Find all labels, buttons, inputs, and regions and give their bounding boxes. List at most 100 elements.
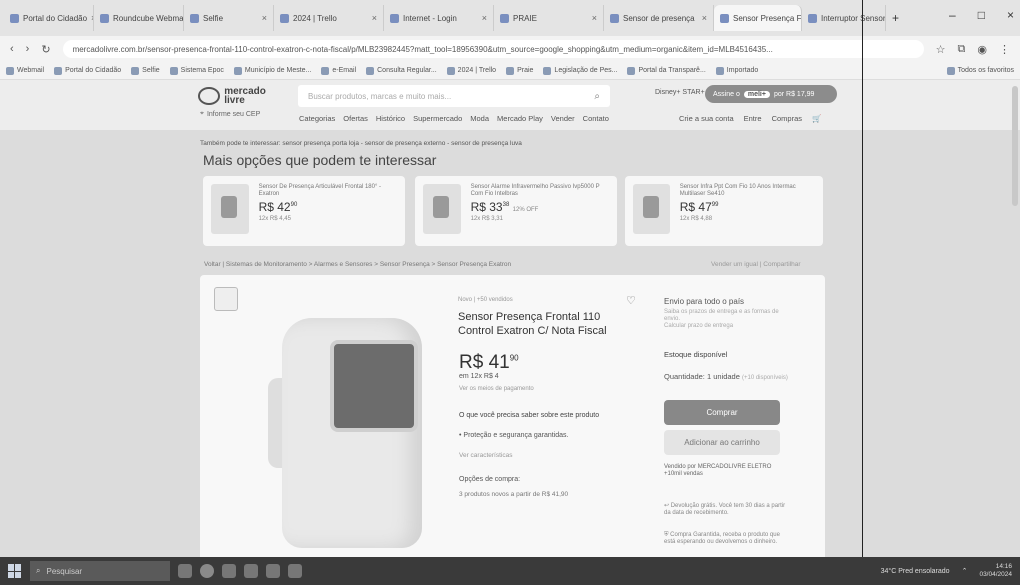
browser-tab-bar: Portal do Cidadão× Roundcube Webmail× Se… [0,0,1020,36]
cart-icon[interactable]: 🛒 [812,114,821,123]
nav-ofertas[interactable]: Ofertas [343,114,368,123]
browser-tab[interactable]: Portal do Cidadão× [4,5,94,31]
bookmark-item[interactable]: Consulta Regular... [366,66,437,75]
favicon-icon [808,13,817,23]
bookmark-item[interactable]: Portal da Transparê... [627,66,706,75]
favorite-heart-icon[interactable]: ♡ [626,294,636,307]
bookmark-item[interactable]: Praie [506,66,533,75]
browser-tab[interactable]: 2024 | Trello × [274,5,384,31]
extensions-icon[interactable]: ⧉ [958,43,966,56]
buy-button[interactable]: Comprar [664,400,780,425]
browser-tab[interactable]: Roundcube Webmail× [94,5,184,31]
login-link[interactable]: Entre [744,114,762,123]
browser-tab[interactable]: Sensor de presença × [604,5,714,31]
browser-tab[interactable]: Selfie × [184,5,274,31]
cep-selector[interactable]: ⌖ Informe seu CEP [200,110,260,118]
close-window-icon[interactable]: × [1007,8,1014,22]
maximize-icon[interactable]: □ [978,8,985,22]
create-account-link[interactable]: Crie a sua conta [679,114,734,123]
gallery-thumbnail[interactable] [214,287,238,311]
bookmark-item[interactable]: Webmail [6,66,44,75]
forward-icon[interactable]: › [26,43,30,55]
account-nav: Crie a sua conta Entre Compras 🛒 [679,114,821,123]
back-icon[interactable]: ‹ [10,43,14,55]
task-view-icon[interactable] [178,564,192,578]
nav-moda[interactable]: Moda [470,114,489,123]
stock-status: Estoque disponível [664,350,728,359]
star-icon[interactable]: ☆ [936,43,946,56]
nav-vender[interactable]: Vender [551,114,575,123]
close-icon[interactable]: × [482,13,487,23]
search-icon[interactable]: ⌕ [594,91,600,102]
page-scrollbar[interactable] [1012,86,1018,206]
bookmarks-bar: Webmail Portal do Cidadão Selfie Sistema… [0,62,1020,80]
close-icon[interactable]: × [702,13,707,23]
browser-tab[interactable]: Interruptor Sensor× [802,5,886,31]
handshake-logo-icon [198,87,221,105]
bookmark-item[interactable]: Sistema Epoc [169,66,224,75]
close-icon[interactable]: × [372,13,377,23]
add-to-cart-button[interactable]: Adicionar ao carrinho [664,430,780,455]
meli-plus-promo[interactable]: Assine o meli+ por R$ 17,99 [705,85,837,103]
url-field[interactable]: mercadolivre.com.br/sensor-presenca-fron… [62,40,924,58]
minimize-icon[interactable]: – [949,8,956,22]
menu-icon[interactable]: ⋮ [999,43,1010,56]
purchases-link[interactable]: Compras [772,114,802,123]
return-icon: ↩ [664,503,671,509]
taskbar-search[interactable]: ⌕ Pesquisar [30,561,170,581]
product-highlight: • Proteção e segurança garantidas. [459,432,569,439]
nav-supermercado[interactable]: Supermercado [413,114,462,123]
new-tab-icon[interactable]: + [892,11,899,25]
new-products-link[interactable]: 3 produtos novos a partir de R$ 41,90 [459,491,568,498]
reload-icon[interactable]: ↻ [41,43,50,56]
chrome-icon[interactable] [200,564,214,578]
all-bookmarks[interactable]: Todos os favoritos [946,66,1014,75]
system-tray: 34°C Pred ensolarado ⌃ 14:16 03/04/2024 [881,563,1012,579]
related-searches[interactable]: Também pode te interessar: sensor presen… [200,140,522,147]
bookmark-folder[interactable]: Importado [715,66,758,75]
browser-tab-active[interactable]: Sensor Presença Fr× [714,5,802,31]
payment-methods-link[interactable]: Ver os meios de pagamento [459,386,534,392]
clock[interactable]: 14:16 03/04/2024 [979,563,1012,579]
calc-shipping-link[interactable]: Calcular prazo de entrega [664,323,733,329]
favicon-icon [720,13,729,23]
seller-info[interactable]: Vendido por MERCADOLIVRE ELETRO +10mil v… [664,464,789,478]
browser-tab[interactable]: Internet - Login × [384,5,494,31]
recommendation-card[interactable]: Sensor Alarme Infravermelho Passivo Ivp5… [415,176,617,246]
profile-icon[interactable]: ◉ [977,43,987,56]
disney-promo[interactable]: Disney+ STAR+ [655,89,705,96]
nav-historico[interactable]: Histórico [376,114,405,123]
bookmark-item[interactable]: Portal do Cidadão [54,66,121,75]
bookmark-item[interactable]: Legislação de Pes... [543,66,617,75]
mercadolivre-logo[interactable]: mercado livre [198,84,278,108]
browser-tab[interactable]: PRAIE × [494,5,604,31]
app-icon[interactable] [244,564,258,578]
close-icon[interactable]: × [262,13,267,23]
favicon-icon [190,13,199,23]
recommendation-card[interactable]: Sensor Infra Ppt Com Fio 10 Anos Interma… [625,176,823,246]
windows-start-icon[interactable] [8,564,22,578]
file-explorer-icon[interactable] [222,564,236,578]
quantity-selector[interactable]: Quantidade: 1 unidade (+10 disponíveis) [664,372,788,381]
bookmark-item[interactable]: Município de Meste... [233,66,311,75]
buy-options-label: Opções de compra: [459,476,521,483]
address-bar-row: ‹ › ↻ mercadolivre.com.br/sensor-presenc… [0,36,1020,62]
bookmark-item[interactable]: e-Email [321,66,356,75]
breadcrumb[interactable]: Voltar | Sistemas de Monitoramento > Ala… [204,261,511,268]
nav-mercado-play[interactable]: Mercado Play [497,114,543,123]
product-image[interactable] [268,318,436,548]
search-input[interactable]: Buscar produtos, marcas e muito mais... … [298,85,610,107]
nav-categorias[interactable]: Categorias [299,114,335,123]
network-icon[interactable]: ⌃ [962,567,968,575]
bookmark-item[interactable]: Selfie [131,66,160,75]
weather-widget[interactable]: 34°C Pred ensolarado [881,568,950,575]
excel-icon[interactable] [266,564,280,578]
nav-contato[interactable]: Contato [583,114,609,123]
recommendation-card[interactable]: Sensor De Presença Articulável Frontal 1… [203,176,405,246]
share-links[interactable]: Vender um igual | Compartilhar [711,261,800,268]
close-icon[interactable]: × [592,13,597,23]
app-icon[interactable] [288,564,302,578]
favicon-icon [100,13,109,23]
see-features-link[interactable]: Ver características [459,452,512,459]
bookmark-item[interactable]: 2024 | Trello [446,66,496,75]
